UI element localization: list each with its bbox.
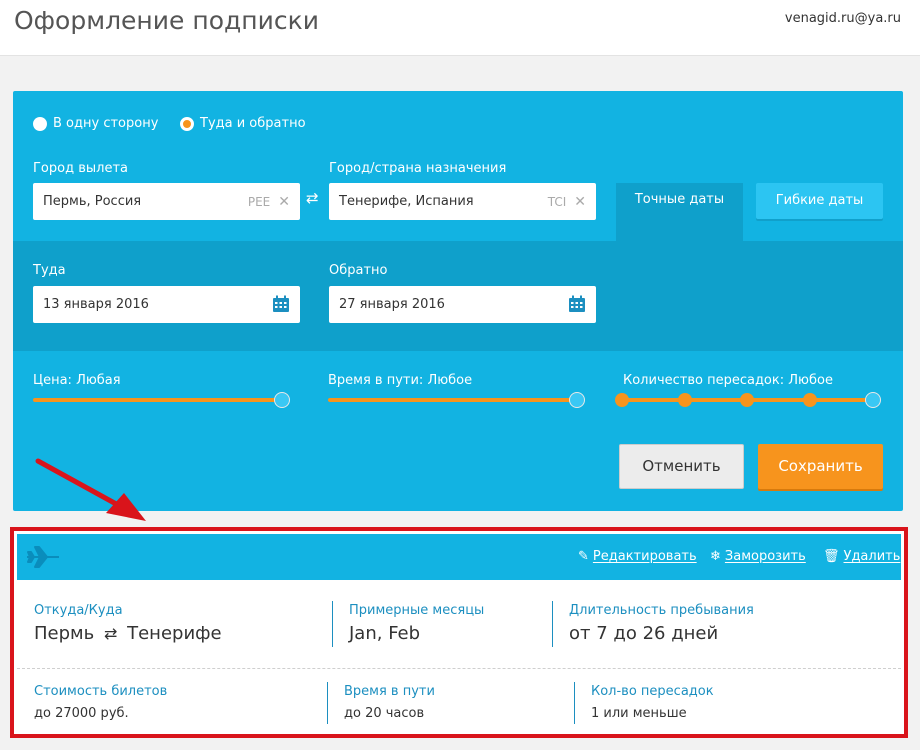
tab-exact-dates[interactable]: Точные даты <box>616 183 743 241</box>
swap-icon[interactable]: ⇄ <box>306 191 319 206</box>
stay-value: от 7 до 26 дней <box>569 623 719 644</box>
depart-date-value: 13 января 2016 <box>43 297 149 312</box>
from-value: Пермь, Россия <box>43 194 142 209</box>
radio-unchecked-icon <box>33 116 47 131</box>
price-slider-track <box>33 398 284 402</box>
subscription-card: ✎ Редактировать ❄ Заморозить 🗑 Удалить О… <box>10 527 908 738</box>
round-trip-icon: ⇄ <box>103 624 118 643</box>
freeze-subscription-link[interactable]: ❄ Заморозить <box>710 549 806 564</box>
from-city: Пермь <box>34 623 95 644</box>
depart-label: Туда <box>33 263 66 278</box>
to-value: Тенерифе, Испания <box>339 194 474 209</box>
from-to-label: Откуда/Куда <box>34 603 123 618</box>
column-divider <box>574 682 575 724</box>
column-divider <box>332 601 333 647</box>
delete-subscription-link[interactable]: 🗑 Удалить <box>823 549 900 564</box>
radio-round-trip-label: Туда и обратно <box>200 116 306 131</box>
price-filter-label: Цена: Любая <box>33 373 121 388</box>
from-field[interactable]: Пермь, Россия PEE ✕ <box>33 183 300 220</box>
user-email[interactable]: venagid.ru@ya.ru <box>785 11 901 26</box>
subscription-card-header: ✎ Редактировать ❄ Заморозить 🗑 Удалить <box>17 534 901 580</box>
radio-round-trip[interactable]: Туда и обратно <box>180 116 306 131</box>
return-label: Обратно <box>329 263 388 278</box>
stops-slider-step[interactable] <box>740 393 754 407</box>
months-label: Примерные месяцы <box>349 603 485 618</box>
stops-slider-handle[interactable] <box>865 392 881 408</box>
radio-one-way-label: В одну сторону <box>53 116 159 131</box>
clear-icon[interactable]: ✕ <box>574 194 586 210</box>
duration-slider[interactable] <box>328 392 585 408</box>
calendar-icon[interactable] <box>272 295 290 313</box>
subscription-form: В одну сторону Туда и обратно Город выле… <box>13 91 903 511</box>
return-date-value: 27 января 2016 <box>339 297 445 312</box>
from-to-value: Пермь ⇄ Тенерифе <box>34 623 222 644</box>
to-city: Тенерифе <box>127 623 222 644</box>
duration-slider-track <box>328 398 579 402</box>
edit-subscription-link[interactable]: ✎ Редактировать <box>578 549 697 564</box>
edit-label: Редактировать <box>592 549 697 564</box>
months-value: Jan, Feb <box>349 623 421 644</box>
stay-label: Длительность пребывания <box>569 603 754 618</box>
travel-time-label: Время в пути <box>344 684 435 699</box>
return-date-field[interactable]: 27 января 2016 <box>329 286 596 323</box>
airplane-icon <box>27 546 59 568</box>
from-label: Город вылета <box>33 161 128 176</box>
row-divider <box>17 668 901 669</box>
pencil-icon: ✎ <box>578 549 589 564</box>
top-bar: Оформление подписки venagid.ru@ya.ru <box>0 0 920 56</box>
annotation-arrow-icon <box>35 458 146 521</box>
page-title: Оформление подписки <box>14 6 319 35</box>
stops-value: 1 или меньше <box>591 706 687 721</box>
travel-time-value: до 20 часов <box>344 706 425 721</box>
radio-checked-icon <box>180 116 194 131</box>
price-value: до 27000 руб. <box>34 706 129 721</box>
to-field[interactable]: Тенерифе, Испания TCI ✕ <box>329 183 596 220</box>
cancel-button[interactable]: Отменить <box>619 444 744 489</box>
duration-filter-label: Время в пути: Любое <box>328 373 473 388</box>
duration-slider-handle[interactable] <box>569 392 585 408</box>
stops-label: Кол-во пересадок <box>591 684 714 699</box>
stops-slider-step[interactable] <box>678 393 692 407</box>
stops-slider-step[interactable] <box>615 393 629 407</box>
tab-flexible-dates[interactable]: Гибкие даты <box>756 183 883 219</box>
price-slider-handle[interactable] <box>274 392 290 408</box>
depart-date-field[interactable]: 13 января 2016 <box>33 286 300 323</box>
stops-slider-step[interactable] <box>803 393 817 407</box>
price-label: Стоимость билетов <box>34 684 168 699</box>
radio-one-way[interactable]: В одну сторону <box>33 116 158 131</box>
column-divider <box>327 682 328 724</box>
stops-filter-label: Количество пересадок: Любое <box>623 373 833 388</box>
snowflake-icon: ❄ <box>710 549 721 564</box>
to-code: TCI <box>547 194 567 209</box>
from-code: PEE <box>247 194 271 209</box>
delete-label: Удалить <box>843 549 901 564</box>
to-label: Город/страна назначения <box>329 161 507 176</box>
stops-slider[interactable] <box>615 392 881 408</box>
column-divider <box>552 601 553 647</box>
freeze-label: Заморозить <box>724 549 806 564</box>
calendar-icon[interactable] <box>568 295 586 313</box>
save-button[interactable]: Сохранить <box>758 444 883 489</box>
clear-icon[interactable]: ✕ <box>278 194 290 210</box>
trash-icon: 🗑 <box>823 549 840 564</box>
price-slider[interactable] <box>33 392 290 408</box>
